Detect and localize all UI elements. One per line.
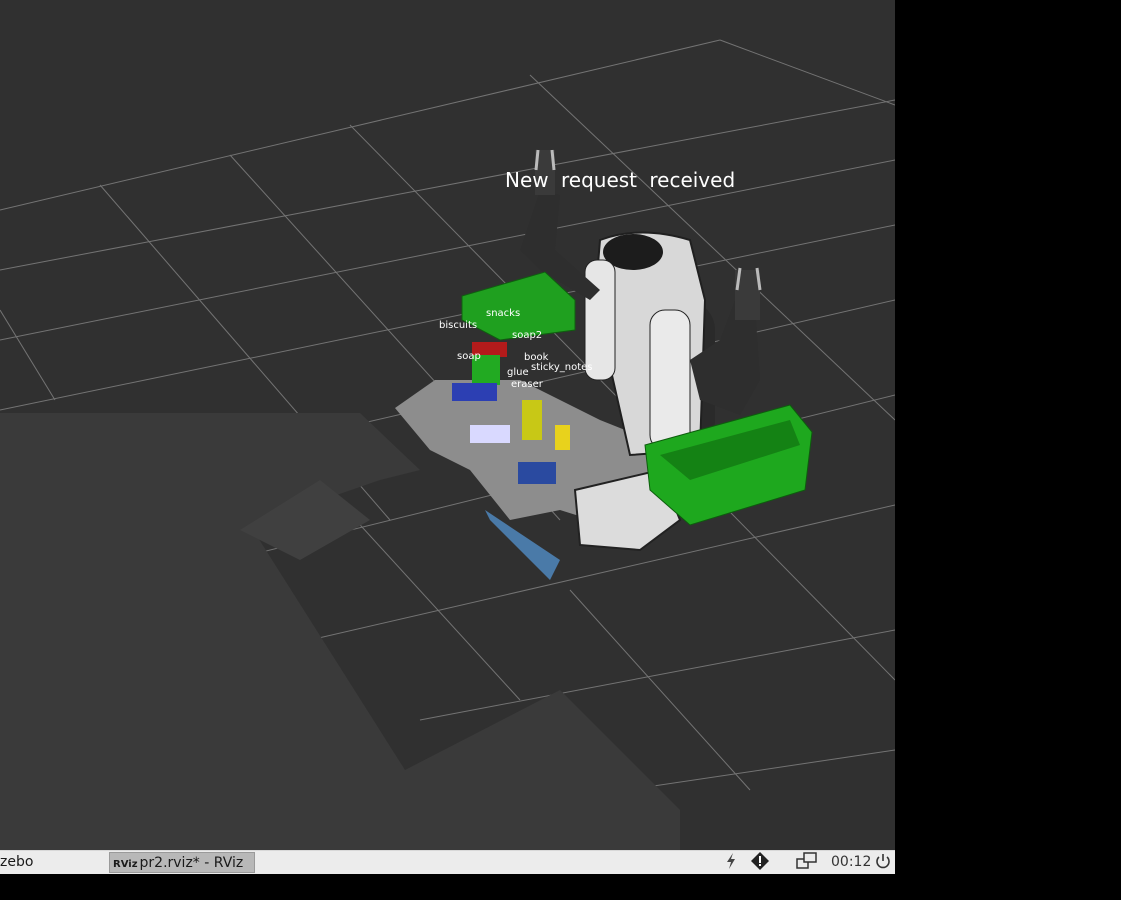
label-soap2: soap2 — [512, 330, 543, 341]
scene-svg — [0, 39, 895, 850]
power-icon[interactable] — [874, 851, 892, 874]
taskbar-item-label: zebo — [0, 854, 34, 870]
lightning-icon[interactable] — [724, 851, 738, 874]
taskbar-item-label: pr2.rviz* - RViz — [139, 855, 244, 871]
label-glue: glue — [507, 367, 529, 378]
taskbar: zebo RViz pr2.rviz* - RViz 00:12 — [0, 850, 895, 874]
clock[interactable]: 00:12 — [831, 851, 871, 874]
status-banner: New request received — [505, 168, 736, 192]
rviz-3d-viewport[interactable]: New request received snacks biscuits soa… — [0, 0, 895, 850]
warning-icon[interactable] — [750, 851, 770, 874]
label-biscuits: biscuits — [439, 320, 478, 331]
windows-icon[interactable] — [795, 851, 819, 874]
taskbar-item-rviz[interactable]: RViz pr2.rviz* - RViz — [109, 852, 255, 873]
label-snacks: snacks — [486, 308, 521, 319]
offscreen-area — [895, 0, 1121, 900]
taskbar-item-gazebo[interactable]: zebo — [0, 852, 100, 873]
label-sticky-notes: sticky_notes — [531, 362, 593, 373]
label-soap: soap — [457, 351, 481, 362]
label-eraser: eraser — [511, 379, 543, 390]
offscreen-area-bottom — [0, 874, 895, 900]
rviz-app-icon: RViz — [113, 859, 138, 870]
